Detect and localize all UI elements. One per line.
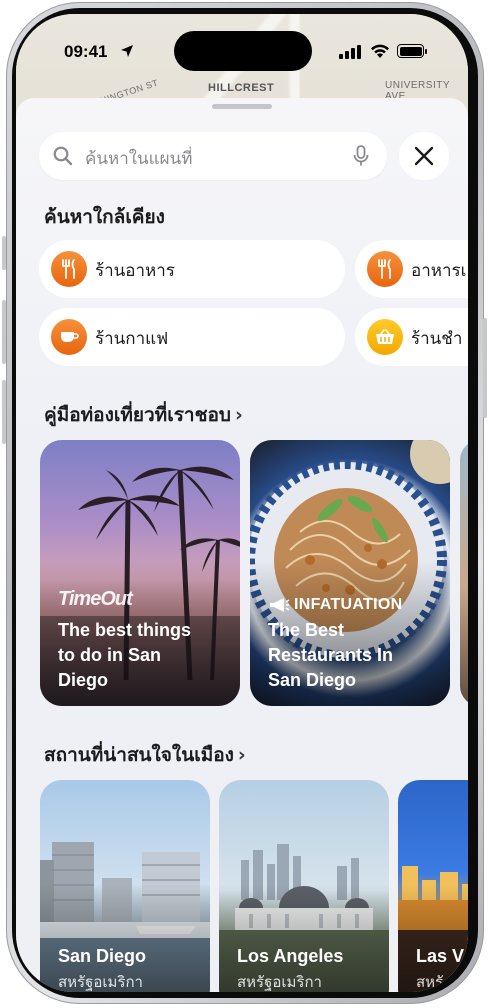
guide-title-line: to do in San <box>58 645 161 665</box>
fork-knife-icon <box>367 251 403 287</box>
status-time: 09:41 <box>64 42 108 61</box>
guide-card-title: The Best Restaurants In San Diego <box>268 618 393 693</box>
city-card-las-vegas[interactable]: Las V สหรั <box>398 780 468 992</box>
guide-card-infatuation[interactable]: INFATUATION The Best Restaurants In San … <box>250 440 450 706</box>
guides-section-title[interactable]: คู่มือท่องเที่ยวที่เราชอบ › <box>44 400 243 430</box>
sheet-grabber[interactable] <box>212 104 272 109</box>
cellular-signal-icon <box>339 45 361 59</box>
dynamic-island <box>174 31 312 71</box>
nearby-chip-label: ร้านอาหาร <box>95 261 175 281</box>
search-bar[interactable]: ค้นหาในแผนที่ <box>39 132 387 180</box>
nearby-section-title: ค้นหาใกล้เคียง <box>44 206 165 228</box>
microphone-icon[interactable] <box>353 145 369 167</box>
status-bar: 09:41 <box>16 14 468 71</box>
guide-title-line: The Best <box>268 620 345 640</box>
infatuation-logo: INFATUATION <box>294 596 403 613</box>
guides-title-text: คู่มือท่องเที่ยวที่เราชอบ <box>44 404 231 426</box>
guide-title-line: The best things <box>58 620 192 640</box>
search-sheet: ค้นหาในแผนที่ ค้นหาใกล้เคียง ร้านอาหาร อ… <box>16 98 468 992</box>
close-icon <box>414 146 434 166</box>
guide-title-line: San Diego <box>268 670 357 690</box>
search-icon <box>53 146 73 166</box>
action-button <box>2 236 6 270</box>
city-name: Las V <box>416 946 465 966</box>
volume-down-button <box>2 380 6 444</box>
city-country: สหรัฐอเมริกา <box>58 973 143 991</box>
guide-title-line: Diego <box>58 670 109 690</box>
volume-up-button <box>2 300 6 364</box>
nearby-chip-label: อาหารเ <box>411 261 467 281</box>
wifi-icon <box>371 44 389 58</box>
chevron-right-icon: › <box>237 744 246 766</box>
screen: HILLCREST UNIVERSITY AVE WASHINGTON ST 0… <box>16 14 468 992</box>
city-name: Los Angeles <box>237 946 344 966</box>
city-card-san-diego[interactable]: San Diego สหรัฐอเมริกา <box>40 780 210 992</box>
city-card-los-angeles[interactable]: Los Angeles สหรัฐอเมริกา <box>219 780 389 992</box>
city-country: สหรั <box>416 973 444 991</box>
basket-icon <box>367 319 403 355</box>
city-name: San Diego <box>58 946 147 966</box>
cities-title-text: สถานที่น่าสนใจในเมือง <box>44 744 234 766</box>
coffee-cup-icon <box>51 319 87 355</box>
close-button[interactable] <box>399 132 449 180</box>
guide-card-timeout[interactable]: TimeOut The best things to do in San Die… <box>40 440 240 706</box>
guide-title-line: Restaurants In <box>268 645 394 665</box>
power-button <box>483 318 487 418</box>
guide-card-partial[interactable] <box>460 440 468 706</box>
chevron-right-icon: › <box>234 404 243 426</box>
megaphone-icon <box>270 598 290 612</box>
nearby-chip-label: ร้านกาแฟ <box>95 329 169 349</box>
nearby-chip-label: ร้านชำ <box>411 329 463 349</box>
fork-knife-icon <box>51 251 87 287</box>
location-arrow-icon <box>121 45 133 57</box>
nearby-chip-restaurants[interactable]: ร้านอาหาร <box>39 240 345 298</box>
battery-icon <box>397 44 427 58</box>
cities-section-title[interactable]: สถานที่น่าสนใจในเมือง › <box>44 740 246 770</box>
guide-card-title: The best things to do in San Diego <box>58 618 191 693</box>
nearby-chip-grocery[interactable]: ร้านชำ <box>355 308 468 366</box>
city-country: สหรัฐอเมริกา <box>237 973 322 991</box>
map-label-hillcrest: HILLCREST <box>208 82 275 94</box>
timeout-logo: TimeOut <box>58 588 133 610</box>
nearby-chip-coffee[interactable]: ร้านกาแฟ <box>39 308 345 366</box>
search-input[interactable]: ค้นหาในแผนที่ <box>85 145 192 172</box>
nearby-chip-food[interactable]: อาหารเ <box>355 240 468 298</box>
